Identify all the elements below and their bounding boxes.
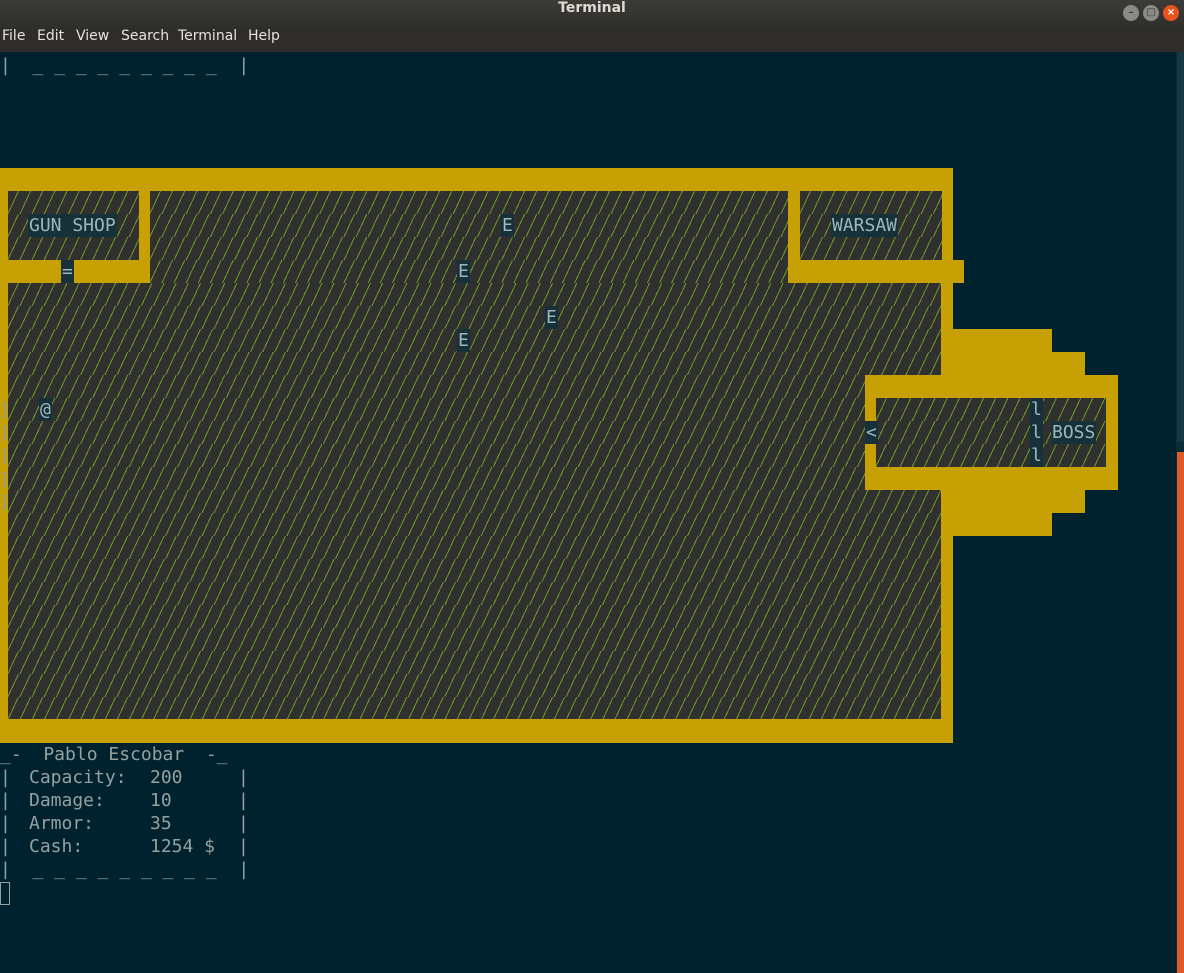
enemy: E (545, 306, 558, 329)
menu-view[interactable]: View (76, 28, 109, 52)
menu-search[interactable]: Search (121, 28, 169, 52)
stat-value: 1254 $ (150, 836, 216, 857)
menu-bar: File Edit View Search Terminal Help (0, 28, 1184, 52)
scrollbar-thumb[interactable] (1177, 452, 1184, 973)
boss-gate: l (1030, 398, 1043, 421)
stat-row: | (0, 790, 11, 811)
stat-border: | (238, 813, 249, 834)
menu-terminal[interactable]: Terminal (178, 28, 237, 52)
left-edge-glyph: ] (0, 469, 10, 488)
gun-shop-door: = (61, 260, 74, 283)
floor-main-lower (8, 490, 941, 719)
left-edge-glyph: ] (0, 446, 10, 465)
floor-main-upper (8, 283, 941, 375)
menu-help[interactable]: Help (248, 28, 280, 52)
stat-value: 35 (150, 813, 172, 834)
maximize-icon[interactable]: □ (1143, 5, 1159, 21)
enemy: E (501, 214, 514, 237)
stats-header: _- Pablo Escobar -_ (0, 744, 228, 765)
floor-main-middle (8, 375, 865, 490)
close-icon[interactable]: × (1163, 5, 1179, 21)
boss-gate: l (1030, 421, 1043, 444)
stat-border: | (238, 790, 249, 811)
top-fragment: | _ _ _ _ _ _ _ _ _ | (0, 55, 250, 76)
menu-edit[interactable]: Edit (37, 28, 64, 52)
stat-border: | (238, 836, 249, 857)
left-edge-glyph: ] (0, 400, 10, 419)
stat-label: Cash: (29, 836, 84, 857)
menu-file[interactable]: File (2, 28, 25, 52)
stat-row: | (0, 813, 11, 834)
boss-label: BOSS (1051, 421, 1097, 444)
enemy: E (457, 260, 470, 283)
stat-label: Armor: (29, 813, 95, 834)
minimize-icon[interactable]: – (1123, 5, 1139, 21)
stat-row: | (0, 836, 11, 857)
stat-value: 10 (150, 790, 172, 811)
enemy: E (457, 329, 470, 352)
scrollbar-track (1177, 52, 1184, 442)
stat-value: 200 (150, 767, 183, 788)
exit-marker: < (865, 421, 878, 444)
warsaw-label: WARSAW (831, 214, 899, 237)
gun-shop-label: GUN SHOP (28, 214, 117, 237)
window-title: Terminal (558, 0, 626, 16)
player: @ (39, 398, 52, 421)
boss-gate: l (1030, 444, 1043, 467)
left-edge-glyph: ] (0, 492, 10, 511)
left-edge-glyph: ] (0, 423, 10, 442)
stats-footer: | _ _ _ _ _ _ _ _ _ | (0, 859, 250, 880)
stat-label: Capacity: (29, 767, 127, 788)
stat-border: | (238, 767, 249, 788)
stat-row: | (0, 767, 11, 788)
terminal-cursor (0, 882, 10, 905)
wall-stub (940, 260, 964, 283)
stat-label: Damage: (29, 790, 105, 811)
